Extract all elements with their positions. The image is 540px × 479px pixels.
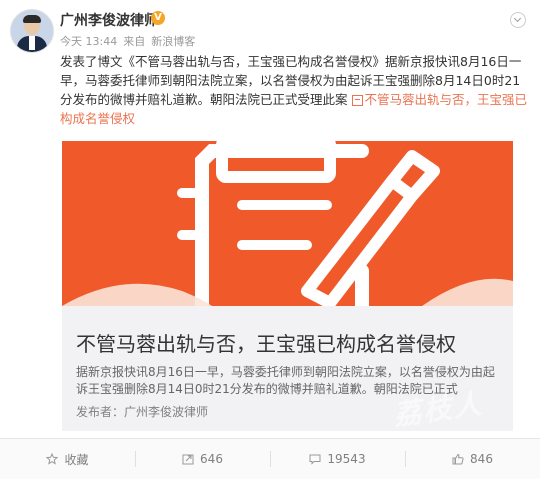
repost-button[interactable]: 646 bbox=[135, 439, 270, 479]
comment-count: 19543 bbox=[327, 452, 366, 466]
favorite-label: 收藏 bbox=[64, 452, 89, 467]
thumbs-up-icon bbox=[452, 453, 464, 465]
post-time[interactable]: 今天 13:44 bbox=[60, 35, 117, 48]
author-name[interactable]: 广州李俊波律师 bbox=[60, 10, 158, 30]
comment-icon bbox=[309, 453, 321, 465]
card-title[interactable]: 不管马蓉出轨与否，王宝强已构成名誉侵权 bbox=[76, 328, 456, 357]
post-menu-chevron-icon[interactable] bbox=[510, 12, 526, 28]
post-source[interactable]: 新浪博客 bbox=[151, 35, 195, 48]
post-text: 发表了博文《不管马蓉出轨与否，王宝强已构成名誉侵权》据新京报快讯8月16日一早，… bbox=[60, 52, 532, 128]
link-icon bbox=[351, 95, 363, 106]
verified-badge-icon: V bbox=[151, 11, 165, 25]
post-meta: 今天 13:44 来自 新浪博客 bbox=[60, 33, 201, 49]
weibo-post: 广州李俊波律师 V 今天 13:44 来自 新浪博客 发表了博文《不管马蓉出轨与否，… bbox=[0, 0, 540, 479]
author-avatar[interactable] bbox=[10, 9, 54, 53]
repost-count: 646 bbox=[200, 452, 223, 466]
comment-button[interactable]: 19543 bbox=[270, 439, 405, 479]
action-bar: 收藏 646 19543 846 bbox=[0, 438, 540, 479]
like-count: 846 bbox=[470, 452, 493, 466]
text-article-title: 《不管马蓉出轨与否，王宝强已构成名誉侵权》 bbox=[122, 54, 386, 69]
article-cover-image[interactable] bbox=[62, 141, 513, 306]
star-icon bbox=[46, 452, 59, 465]
text-prefix: 发表了博文 bbox=[60, 54, 123, 69]
document-pen-illustration-icon bbox=[62, 141, 513, 306]
favorite-button[interactable]: 收藏 bbox=[0, 439, 135, 479]
card-publisher: 发布者：广州李俊波律师 bbox=[76, 405, 209, 419]
like-button[interactable]: 846 bbox=[405, 439, 540, 479]
repost-icon bbox=[182, 453, 194, 465]
source-prefix: 来自 bbox=[123, 35, 146, 48]
